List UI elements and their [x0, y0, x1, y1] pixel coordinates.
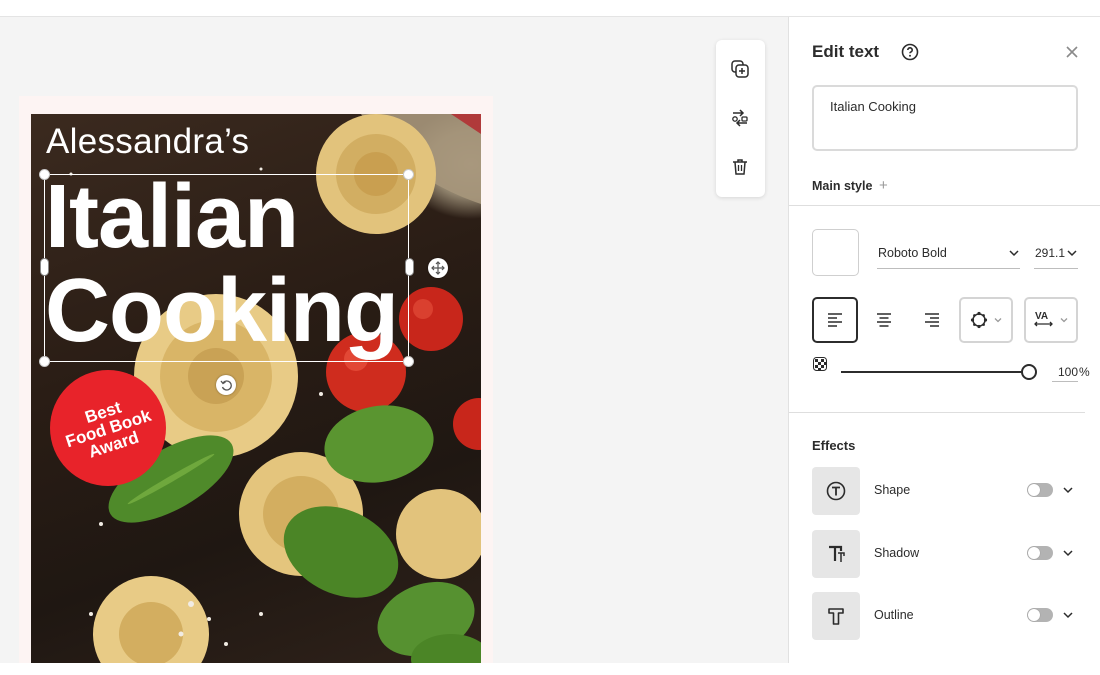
bottom-bar [0, 663, 1100, 675]
replace-icon [732, 109, 748, 127]
resize-handle-top-right[interactable] [403, 169, 414, 180]
effect-shadow-tile[interactable] [812, 530, 860, 578]
effect-shape-toggle[interactable] [1027, 483, 1053, 497]
chevron-down-icon [1060, 318, 1068, 323]
align-right-icon [925, 313, 939, 327]
letter-spacing-icon: VA [1034, 311, 1053, 327]
text-shadow-icon [829, 545, 845, 562]
floating-toolbar [716, 40, 765, 197]
effect-row-shape[interactable]: Shape [812, 467, 1082, 515]
text-shape-icon [826, 481, 846, 501]
font-size-value: 291.1 [1035, 246, 1066, 260]
close-icon[interactable] [1064, 44, 1080, 60]
trash-icon [733, 159, 747, 175]
font-family-select[interactable]: Roboto Bold [877, 243, 1020, 269]
poster-frame: Alessandra’s Italian Cooking Best Food B… [19, 96, 493, 663]
effect-row-outline[interactable]: Outline [812, 592, 1082, 640]
align-left-button[interactable] [812, 297, 858, 343]
spacing-dropdown[interactable]: VA [1024, 297, 1078, 343]
duplicate-icon [731, 60, 749, 78]
chevron-down-icon[interactable] [1062, 609, 1074, 621]
chevron-down-icon[interactable] [1062, 547, 1074, 559]
text-color-swatch[interactable] [812, 229, 859, 276]
align-left-icon [828, 313, 842, 327]
top-bar [0, 0, 1100, 17]
text-content-input[interactable]: Italian Cooking [812, 85, 1078, 151]
edit-text-panel: Edit text Italian Cooking Main style + R… [788, 17, 1100, 663]
font-family-value: Roboto Bold [878, 246, 947, 260]
effect-outline-toggle[interactable] [1027, 608, 1053, 622]
divider-top [789, 205, 1100, 206]
opacity-unit: % [1079, 365, 1090, 379]
help-icon[interactable] [901, 43, 919, 61]
effects-title: Effects [812, 438, 856, 453]
align-center-icon [877, 313, 891, 327]
rotate-icon [219, 379, 232, 391]
resize-handle-top-left[interactable] [39, 169, 50, 180]
effect-outline-label: Outline [874, 608, 914, 622]
chevron-down-icon[interactable] [1062, 484, 1074, 496]
resize-handle-bottom-right[interactable] [403, 356, 414, 367]
award-badge-text: Best Food Book Award [58, 390, 158, 466]
opacity-slider-track[interactable] [841, 371, 1029, 373]
divider-effects [789, 412, 1085, 413]
resize-handle-left[interactable] [40, 258, 49, 276]
add-style-button[interactable]: + [879, 177, 888, 194]
opacity-slider-thumb[interactable] [1021, 364, 1037, 380]
effect-outline-tile[interactable] [812, 592, 860, 640]
poster-title-line2[interactable]: Cooking [45, 266, 399, 356]
rotate-handle[interactable] [216, 375, 236, 395]
effect-shape-label: Shape [874, 483, 911, 497]
move-handle[interactable] [428, 258, 448, 278]
app-root: Alessandra’s Italian Cooking Best Food B… [0, 0, 1100, 675]
effect-shape-tile[interactable] [812, 467, 860, 515]
effect-shadow-label: Shadow [874, 546, 920, 560]
move-icon [431, 261, 445, 275]
opacity-icon [813, 357, 827, 371]
panel-title: Edit text [812, 42, 880, 61]
text-effects-icon [970, 311, 988, 329]
replace-button[interactable] [728, 106, 752, 130]
main-style-label: Main style [812, 179, 873, 193]
text-style-dropdown[interactable] [959, 297, 1013, 343]
duplicate-button[interactable] [728, 57, 752, 81]
chevron-down-icon [994, 318, 1002, 323]
delete-button[interactable] [728, 155, 752, 179]
award-badge[interactable]: Best Food Book Award [50, 370, 166, 486]
resize-handle-right[interactable] [405, 258, 414, 276]
effect-shadow-toggle[interactable] [1027, 546, 1053, 560]
effect-row-shadow[interactable]: Shadow [812, 530, 1082, 578]
text-outline-icon [828, 608, 844, 625]
font-size-select[interactable]: 291.1 [1034, 243, 1078, 269]
poster-image[interactable]: Alessandra’s Italian Cooking Best Food B… [31, 114, 481, 663]
chevron-down-icon [1067, 250, 1077, 257]
poster-author-text[interactable]: Alessandra’s [46, 122, 249, 162]
resize-handle-bottom-left[interactable] [39, 356, 50, 367]
canvas-area[interactable]: Alessandra’s Italian Cooking Best Food B… [0, 17, 788, 663]
align-right-button[interactable] [909, 297, 955, 343]
chevron-down-icon [1009, 250, 1019, 257]
svg-text:VA: VA [1035, 311, 1048, 322]
opacity-value-input[interactable]: 100 [1052, 365, 1078, 382]
align-center-button[interactable] [861, 297, 907, 343]
poster-title-line1[interactable]: Italian [45, 172, 299, 262]
